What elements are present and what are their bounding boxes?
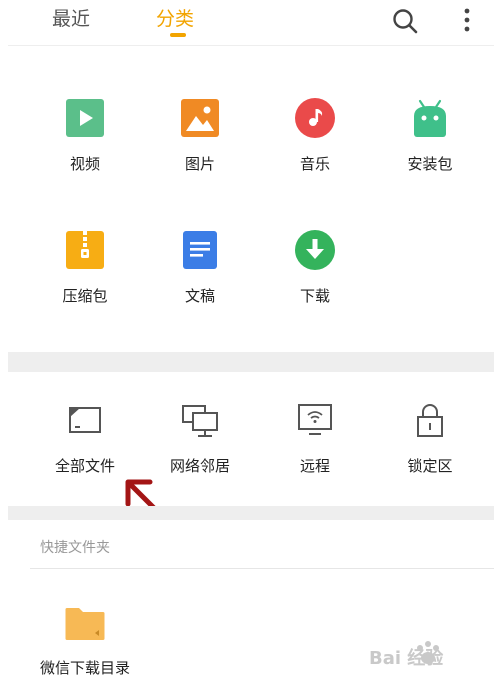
category-download[interactable]: 下载 xyxy=(260,230,370,330)
category-archive[interactable]: 压缩包 xyxy=(30,230,140,330)
category-label: 压缩包 xyxy=(62,287,108,305)
active-tab-indicator xyxy=(170,33,186,37)
search-icon xyxy=(393,9,418,34)
watermark-text: Bai 经验 xyxy=(369,648,444,669)
quick-folder-wechat-downloads[interactable]: 微信下载目录 xyxy=(30,602,140,690)
category-label: 文稿 xyxy=(184,287,215,305)
more-options-button[interactable] xyxy=(452,6,482,36)
section-rule xyxy=(30,568,494,569)
file-manager-screen: 最近 分类 视频 图片 音乐 安装包 压缩包 文稿 下载 全部文件 网络邻居 远… xyxy=(8,0,494,690)
lock-icon xyxy=(417,404,443,437)
category-music[interactable]: 音乐 xyxy=(260,98,370,198)
android-icon xyxy=(414,99,446,137)
category-label: 音乐 xyxy=(299,155,330,173)
video-icon xyxy=(66,99,104,137)
category-image[interactable]: 图片 xyxy=(145,98,255,198)
top-bar: 最近 分类 xyxy=(8,0,494,46)
category-label: 下载 xyxy=(299,287,330,305)
tab-category[interactable]: 分类 xyxy=(156,4,194,31)
location-remote[interactable]: 远程 xyxy=(260,400,370,500)
download-icon xyxy=(295,230,335,270)
document-icon xyxy=(183,231,217,269)
section-divider xyxy=(8,352,494,372)
remote-icon xyxy=(298,404,332,435)
watermark: Bai 经验 xyxy=(363,634,483,674)
location-label: 锁定区 xyxy=(407,457,453,475)
category-document[interactable]: 文稿 xyxy=(145,230,255,330)
quick-folders-title: 快捷文件夹 xyxy=(40,540,110,556)
category-apk[interactable]: 安装包 xyxy=(375,98,485,198)
category-label: 图片 xyxy=(184,155,215,173)
quick-folder-label: 微信下载目录 xyxy=(39,659,130,677)
section-divider xyxy=(8,506,494,520)
image-icon xyxy=(181,99,219,137)
more-vertical-icon xyxy=(464,8,470,32)
tab-recent[interactable]: 最近 xyxy=(52,4,90,31)
location-locked[interactable]: 锁定区 xyxy=(375,400,485,500)
location-label: 远程 xyxy=(299,457,330,475)
annotation-arrow-icon xyxy=(125,479,165,519)
search-button[interactable] xyxy=(390,6,420,36)
archive-icon xyxy=(66,231,104,269)
network-neighborhood-icon xyxy=(182,405,218,437)
category-label: 视频 xyxy=(69,155,100,173)
storage-icon xyxy=(69,407,101,433)
music-icon xyxy=(295,98,335,138)
category-video[interactable]: 视频 xyxy=(30,98,140,198)
folder-icon xyxy=(65,608,105,640)
category-label: 安装包 xyxy=(407,155,453,173)
